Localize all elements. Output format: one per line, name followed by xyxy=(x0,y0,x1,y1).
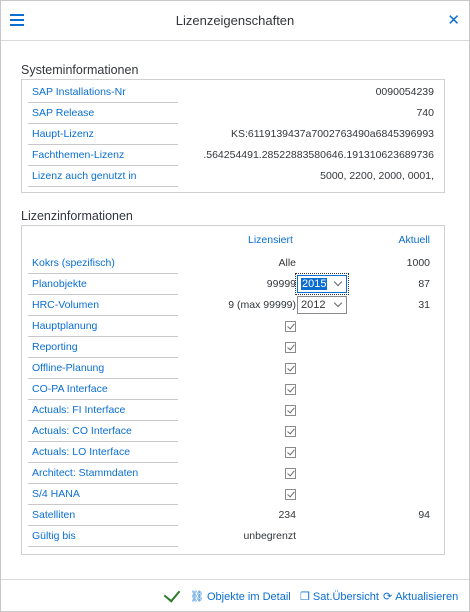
system-panel: SAP Installations-Nr 0090054239 SAP Rele… xyxy=(21,79,445,193)
license-checkbox xyxy=(285,405,296,416)
license-row-hrc: HRC-Volumen 9 (max 99999) 2012 31 xyxy=(22,295,444,316)
license-label: CO-PA Interface xyxy=(32,383,108,395)
license-label: Kokrs (spezifisch) xyxy=(32,257,115,269)
license-row-check: Actuals: LO Interface xyxy=(22,442,444,463)
system-row: Fachthemen-Lizenz .564254491.28522883580… xyxy=(22,145,444,166)
col-actual-header: Aktuell xyxy=(398,234,430,246)
refresh-icon: ⟳ xyxy=(383,591,393,603)
license-row-check: Hauptplanung xyxy=(22,316,444,337)
chevron-down-icon xyxy=(333,298,343,308)
license-checkbox xyxy=(285,321,296,332)
license-row-check: Reporting xyxy=(22,337,444,358)
licensed-value: 99999 xyxy=(266,278,296,290)
system-row: Haupt-Lizenz KS:6119139437a7002763490a68… xyxy=(22,124,444,145)
select-value: 2015 xyxy=(301,278,328,290)
license-checkbox xyxy=(285,363,296,374)
license-row-check: Actuals: FI Interface xyxy=(22,400,444,421)
license-label: Architect: Stammdaten xyxy=(32,467,139,479)
license-section-title: Lizenzinformationen xyxy=(21,209,133,223)
license-label: Actuals: FI Interface xyxy=(32,404,126,416)
license-row-satelliten: Satelliten 234 94 xyxy=(22,505,444,526)
license-label: Gültig bis xyxy=(32,530,76,542)
license-row-check: S/4 HANA xyxy=(22,484,444,505)
system-value: .564254491.28522883580646.19131062368973… xyxy=(203,149,434,161)
actual-value: 1000 xyxy=(406,257,430,269)
objekte-detail-button[interactable]: ⛓ Objekte im Detail xyxy=(190,590,291,603)
license-label: HRC-Volumen xyxy=(32,299,100,311)
chevron-down-icon xyxy=(333,277,343,287)
license-panel: Lizensiert Aktuell Kokrs (spezifisch) Al… xyxy=(21,225,445,555)
close-icon[interactable]: ✕ xyxy=(447,11,460,29)
dialog-footer: ⛓ Objekte im Detail ❐ Sat.Übersicht ⟳ Aktua… xyxy=(1,579,469,611)
licensed-value: 9 (max 99999) xyxy=(228,299,296,311)
sat-uebersicht-button[interactable]: ❐ Sat.Übersicht xyxy=(300,590,379,603)
checkmark-icon[interactable] xyxy=(163,585,181,603)
licensed-value: Alle xyxy=(278,257,296,269)
licensed-value: 234 xyxy=(278,509,296,521)
license-label: Hauptplanung xyxy=(32,320,98,332)
license-label: S/4 HANA xyxy=(32,488,80,500)
system-value: 740 xyxy=(416,107,434,119)
license-row-gueltig: Gültig bis unbegrenzt xyxy=(22,526,444,547)
aktualisieren-button[interactable]: ⟳ Aktualisieren xyxy=(383,590,458,603)
dialog-header: Lizenzeigenschaften ✕ xyxy=(1,1,469,41)
license-row-planobjekte: Planobjekte 99999 2015 87 xyxy=(22,273,444,295)
system-label: Haupt-Lizenz xyxy=(32,128,94,140)
system-value: 5000, 2200, 2000, 0001, xyxy=(320,170,434,182)
dialog-title: Lizenzeigenschaften xyxy=(175,13,295,28)
system-label: SAP Release xyxy=(32,107,95,119)
license-checkbox xyxy=(285,468,296,479)
objects-icon: ⛓ xyxy=(190,591,204,603)
license-checkbox xyxy=(285,426,296,437)
license-row-check: CO-PA Interface xyxy=(22,379,444,400)
license-label: Actuals: CO Interface xyxy=(32,425,132,437)
system-label: SAP Installations-Nr xyxy=(32,86,126,98)
license-label: Planobjekte xyxy=(32,278,87,290)
license-checkbox xyxy=(285,489,296,500)
overview-icon: ❐ xyxy=(300,591,310,603)
license-checkbox xyxy=(285,342,296,353)
license-row-check: Architect: Stammdaten xyxy=(22,463,444,484)
system-label: Fachthemen-Lizenz xyxy=(32,149,125,161)
license-row-check: Actuals: CO Interface xyxy=(22,421,444,442)
objekte-detail-label: Objekte im Detail xyxy=(206,591,291,603)
license-label: Actuals: LO Interface xyxy=(32,446,131,458)
aktualisieren-label: Aktualisieren xyxy=(395,591,459,603)
actual-value: 94 xyxy=(418,509,430,521)
col-licensed-header: Lizensiert xyxy=(248,234,293,246)
license-label: Satelliten xyxy=(32,509,76,521)
system-row: SAP Release 740 xyxy=(22,103,444,124)
license-checkbox xyxy=(285,384,296,395)
system-row: SAP Installations-Nr 0090054239 xyxy=(22,82,444,103)
license-row-kokrs: Kokrs (spezifisch) Alle 1000 xyxy=(22,253,444,274)
license-row-check: Offline-Planung xyxy=(22,358,444,379)
system-row: Lizenz auch genutzt in 5000, 2200, 2000,… xyxy=(22,166,444,187)
actual-value: 31 xyxy=(418,299,430,311)
license-dialog: Lizenzeigenschaften ✕ Systeminformatione… xyxy=(0,0,470,612)
system-label: Lizenz auch genutzt in xyxy=(32,170,137,182)
select-value: 2012 xyxy=(301,299,326,311)
licensed-value: unbegrenzt xyxy=(243,530,296,542)
system-value: KS:6119139437a7002763490a6845396993 xyxy=(230,128,434,140)
hrc-year-select[interactable]: 2012 xyxy=(297,296,347,314)
system-value: 0090054239 xyxy=(375,86,434,98)
license-checkbox xyxy=(285,447,296,458)
actual-value: 87 xyxy=(418,278,430,290)
license-label: Reporting xyxy=(32,341,78,353)
system-section-title: Systeminformationen xyxy=(21,63,139,77)
license-label: Offline-Planung xyxy=(32,362,105,374)
sat-uebersicht-label: Sat.Übersicht xyxy=(312,591,379,603)
planobjekte-year-select[interactable]: 2015 xyxy=(295,273,349,295)
